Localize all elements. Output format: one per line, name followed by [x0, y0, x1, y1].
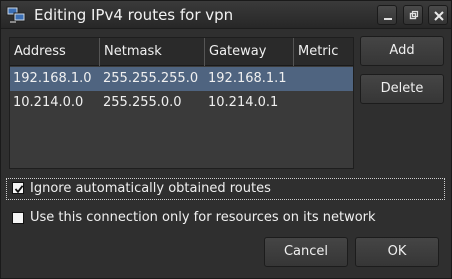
ignore-auto-routes-label[interactable]: Ignore automatically obtained routes: [30, 181, 271, 196]
close-icon: [434, 11, 444, 21]
cell-netmask[interactable]: 255.255.0.0: [100, 91, 182, 115]
maximize-icon: [409, 10, 419, 20]
column-header-metric[interactable]: Metric: [294, 38, 353, 66]
only-network-resources-label[interactable]: Use this connection only for resources o…: [30, 210, 376, 225]
cell-gateway[interactable]: 192.168.1.1: [205, 67, 287, 91]
cell-address[interactable]: 10.214.0.0: [10, 91, 83, 115]
cell-netmask[interactable]: 255.255.255.0: [100, 67, 198, 91]
column-header-gateway[interactable]: Gateway: [205, 38, 294, 66]
checkmark-icon: [14, 185, 24, 194]
cell-gateway[interactable]: 10.214.0.1: [205, 91, 278, 115]
column-header-netmask[interactable]: Netmask: [100, 38, 205, 66]
cancel-button[interactable]: Cancel: [264, 237, 348, 267]
ignore-auto-routes-checkbox[interactable]: [12, 182, 24, 194]
routes-table[interactable]: Address Netmask Gateway Metric 192.168.1…: [9, 37, 354, 169]
table-row[interactable]: 10.214.0.0 255.255.0.0 10.214.0.1: [10, 91, 353, 115]
routes-table-header: Address Netmask Gateway Metric: [10, 38, 353, 66]
maximize-button[interactable]: [403, 5, 423, 25]
close-button[interactable]: [428, 5, 448, 25]
add-button[interactable]: Add: [360, 36, 444, 66]
cell-address[interactable]: 192.168.1.0: [10, 67, 92, 91]
cell-metric[interactable]: [294, 91, 297, 115]
column-header-address[interactable]: Address: [10, 38, 100, 66]
delete-button[interactable]: Delete: [360, 74, 444, 104]
network-connection-icon: [6, 6, 26, 24]
cell-metric[interactable]: [294, 67, 297, 91]
table-row[interactable]: 192.168.1.0 255.255.255.0 192.168.1.1: [10, 67, 353, 91]
window-title: Editing IPv4 routes for vpn: [34, 6, 234, 24]
minimize-icon: [384, 18, 392, 20]
minimize-button[interactable]: [377, 5, 397, 25]
only-network-resources-checkbox[interactable]: [12, 212, 24, 224]
title-bar[interactable]: Editing IPv4 routes for vpn: [1, 1, 451, 29]
ok-button[interactable]: OK: [355, 237, 439, 267]
edit-routes-dialog: Editing IPv4 routes for vpn Address Netm…: [0, 0, 452, 279]
